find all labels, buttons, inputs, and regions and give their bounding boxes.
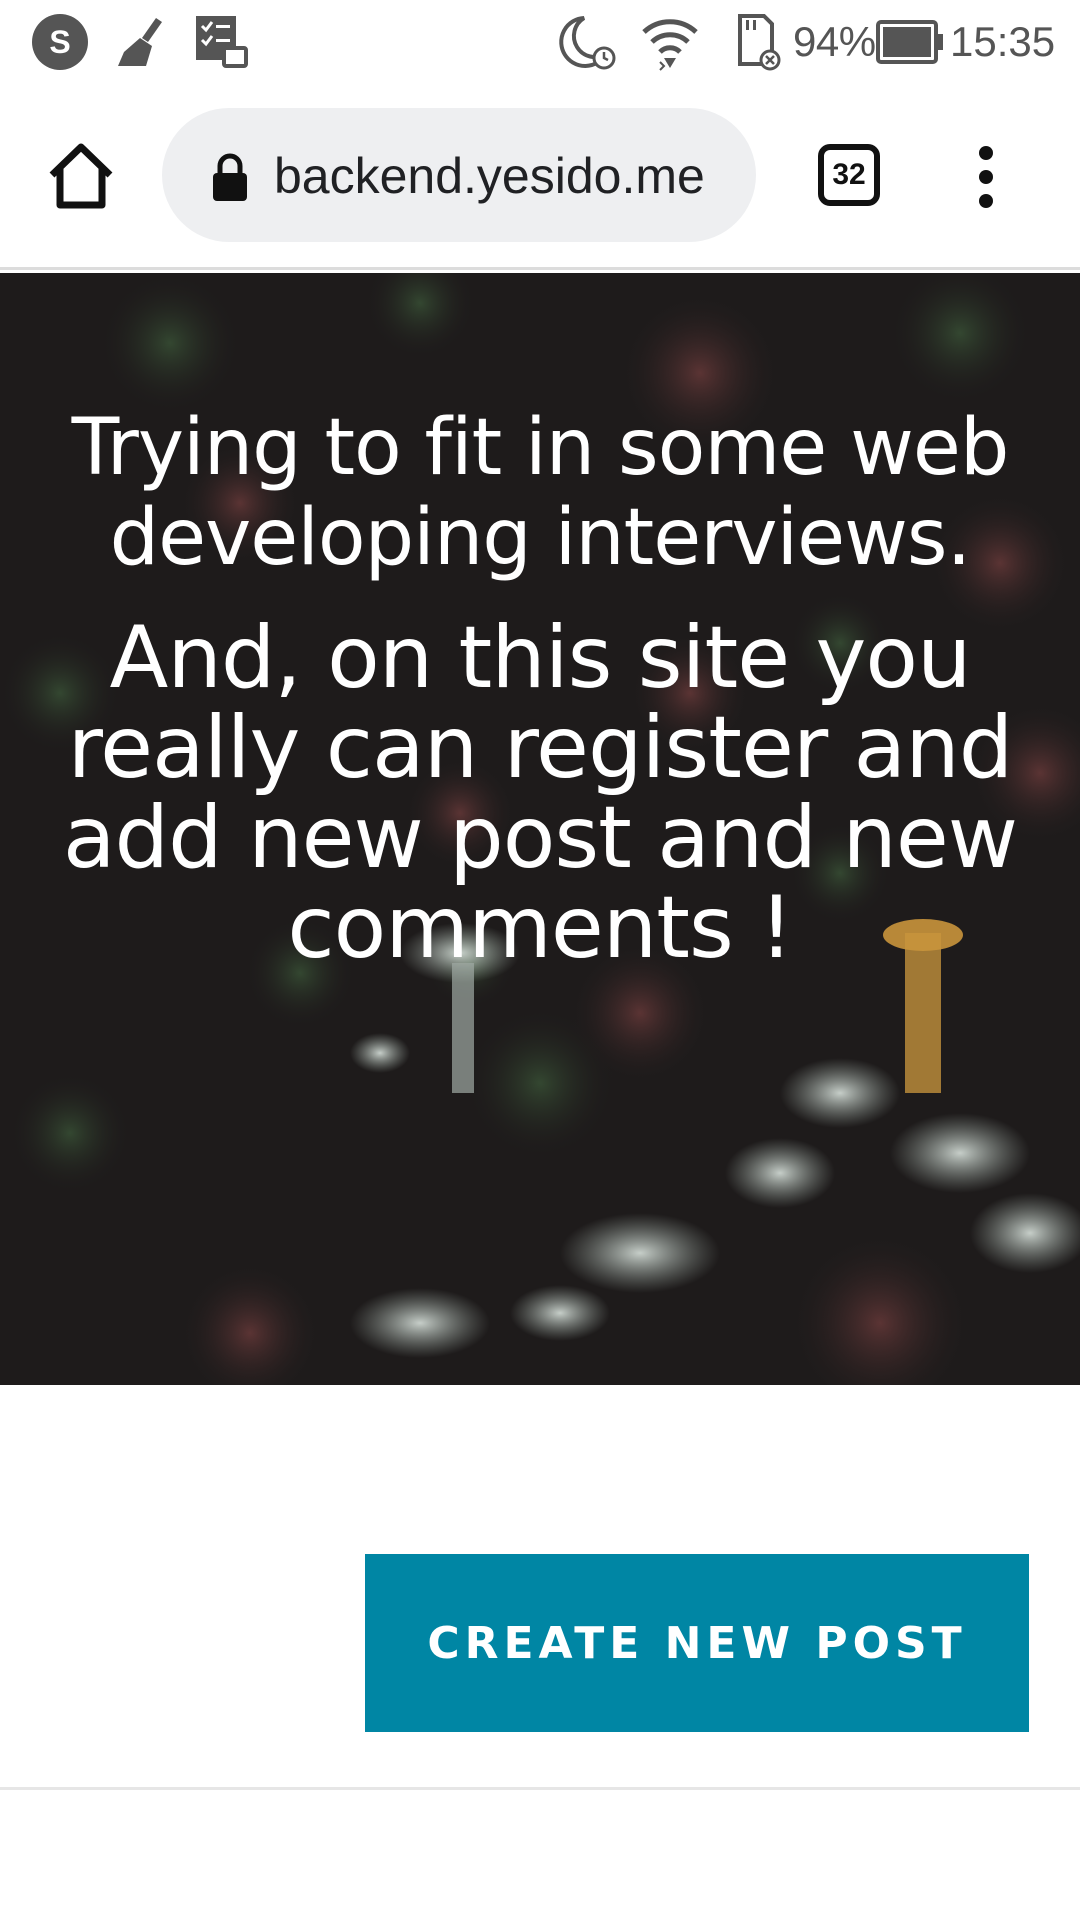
url-text[interactable]: backend.yesido.me (274, 144, 740, 208)
battery-icon (876, 20, 943, 64)
s-app-icon: S (32, 14, 88, 70)
tab-switcher-button[interactable]: 32 (818, 144, 880, 206)
clock: 15:35 (950, 18, 1056, 65)
battery-percent: 94% (793, 18, 876, 65)
status-bar: S 94% 15:35 (0, 0, 1080, 84)
hero-subheading: And, on this site you really can registe… (62, 608, 1018, 978)
hero-banner: Trying to fit in some web developing int… (0, 273, 1080, 1385)
broom-icon (118, 18, 162, 66)
create-new-post-button[interactable]: CREATE NEW POST (365, 1554, 1029, 1732)
task-list-icon (196, 16, 248, 68)
browser-toolbar: backend.yesido.me 32 (0, 84, 1080, 270)
divider (0, 1787, 1080, 1790)
sd-card-icon (738, 14, 781, 71)
home-icon[interactable] (44, 139, 118, 213)
wifi-icon (642, 19, 698, 71)
hero-heading: Trying to fit in some web developing int… (71, 403, 1010, 583)
page: S 94% 15:35 backend.yesido.me 32 Trying … (0, 0, 1080, 1920)
moon-alarm-icon (559, 16, 616, 70)
lock-icon (213, 153, 247, 201)
address-bar[interactable]: backend.yesido.me (162, 108, 756, 242)
svg-text:S: S (49, 24, 70, 60)
more-vert-icon[interactable] (968, 146, 1004, 208)
